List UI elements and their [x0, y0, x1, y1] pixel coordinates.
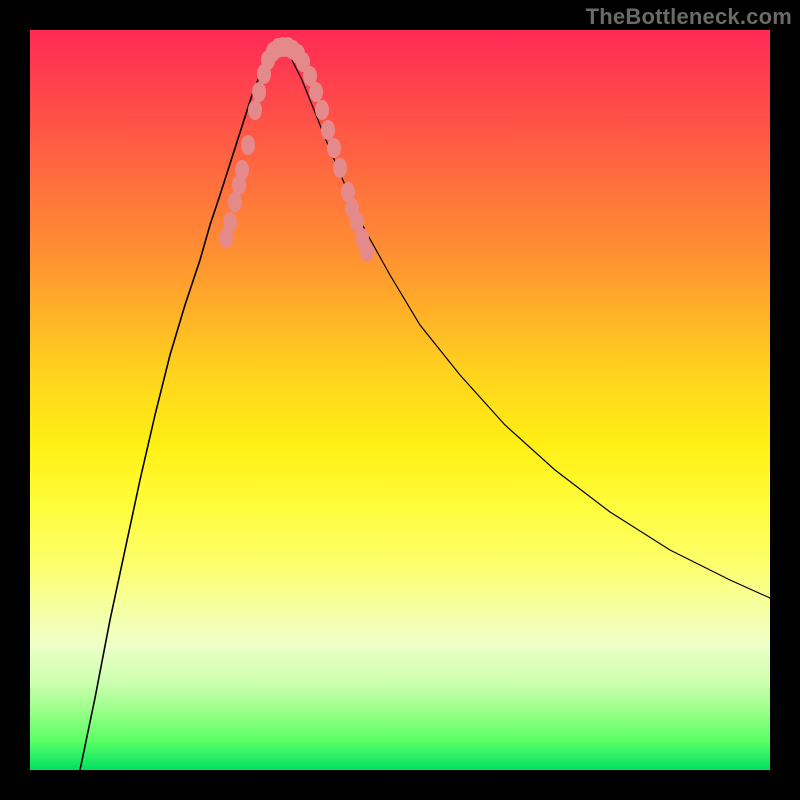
marker-point	[327, 138, 341, 158]
marker-point	[241, 135, 255, 155]
marker-point	[333, 158, 347, 178]
marker-point	[252, 82, 266, 102]
marker-point	[228, 192, 242, 212]
marker-point	[223, 212, 237, 232]
marker-point	[321, 120, 335, 140]
right-curve	[282, 48, 770, 598]
chart-svg	[30, 30, 770, 770]
marker-group	[219, 37, 374, 262]
marker-point	[309, 82, 323, 102]
watermark-text: TheBottleneck.com	[586, 4, 792, 30]
marker-point	[315, 100, 329, 120]
marker-point	[360, 242, 374, 262]
chart-frame: TheBottleneck.com	[0, 0, 800, 800]
marker-point	[235, 160, 249, 180]
marker-point	[248, 100, 262, 120]
left-curve	[80, 48, 282, 770]
